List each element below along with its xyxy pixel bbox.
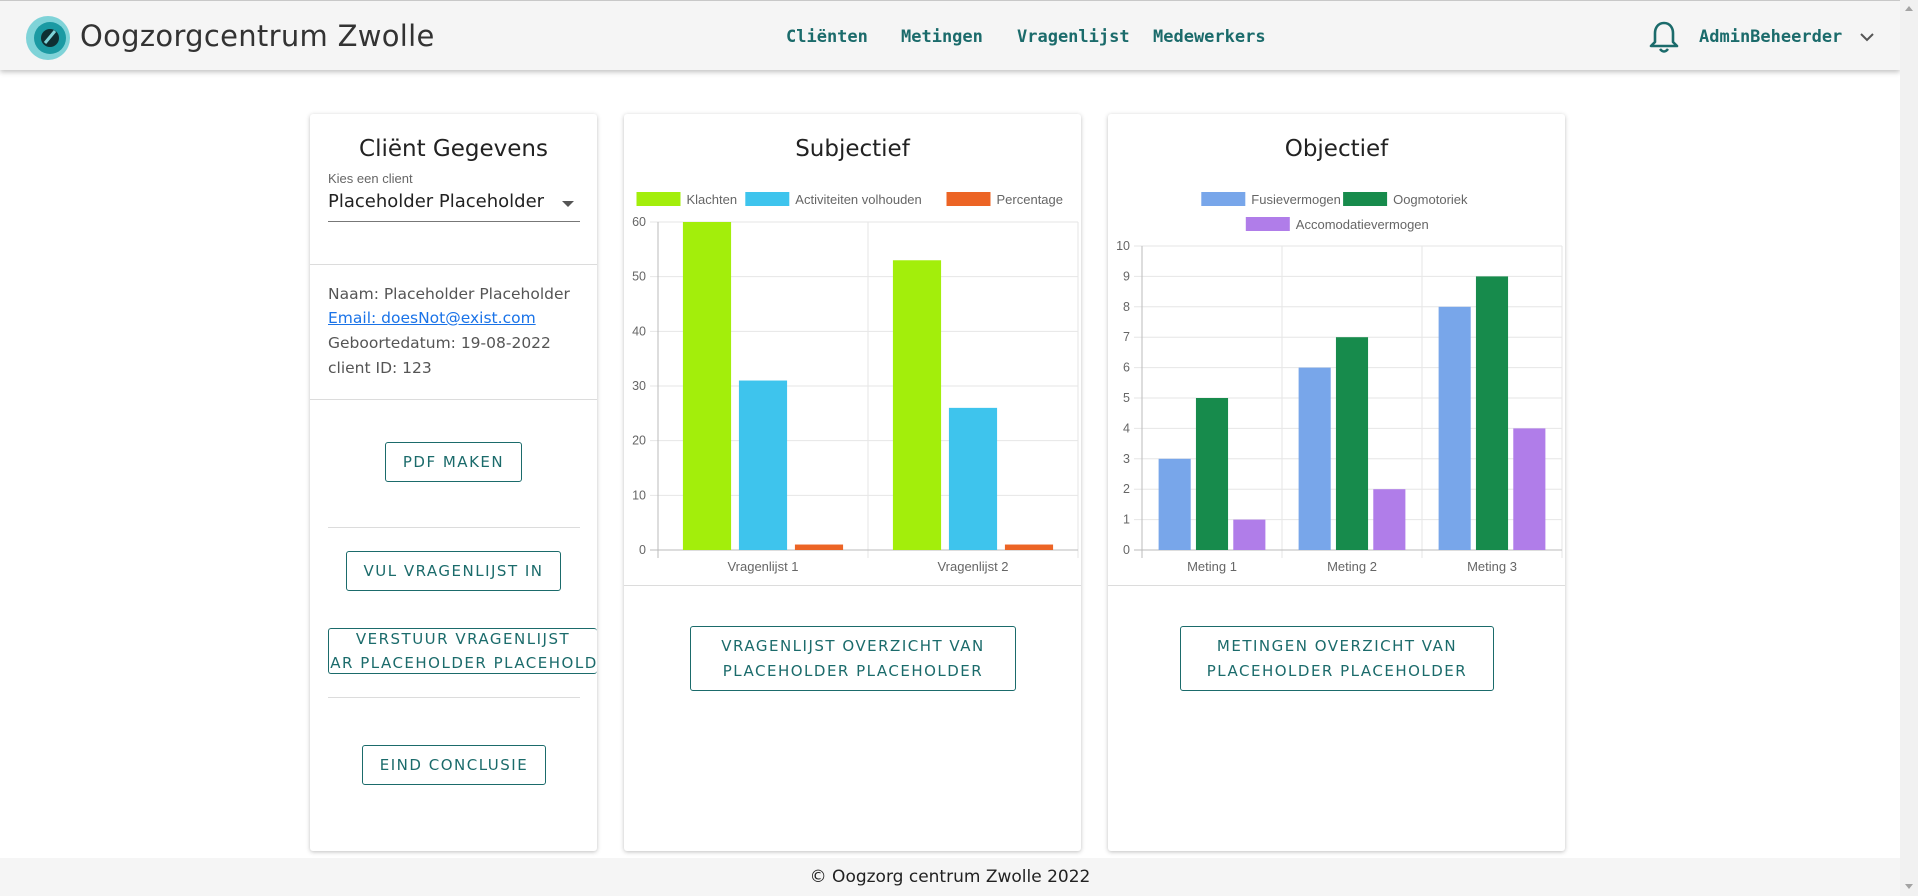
dropdown-arrow-icon[interactable] xyxy=(562,201,574,207)
y-tick-label: 60 xyxy=(632,215,646,229)
y-tick-label: 9 xyxy=(1123,269,1130,283)
client-email[interactable]: Email: doesNot@exist.com xyxy=(328,309,536,327)
bar-0-0 xyxy=(682,222,732,550)
eye-logo-icon xyxy=(26,16,70,60)
brand-title[interactable]: Oogzorgcentrum Zwolle xyxy=(80,19,435,53)
send-button-line1: VERSTUUR VRAGENLIJST xyxy=(355,630,571,648)
y-tick-label: 6 xyxy=(1123,361,1130,375)
y-tick-label: 40 xyxy=(632,324,646,338)
legend-swatch-0 xyxy=(636,192,681,206)
client-select[interactable]: Placeholder Placeholder xyxy=(328,191,544,212)
legend-label-1: Activiteiten volhouden xyxy=(795,192,921,207)
client-card: Cliënt Gegevens Kies een client Placehol… xyxy=(310,114,597,851)
chevron-down-icon[interactable] xyxy=(1859,31,1875,43)
nav-metingen[interactable]: Metingen xyxy=(901,27,983,47)
y-tick-label: 5 xyxy=(1123,391,1130,405)
objective-title: Objectief xyxy=(1284,136,1389,162)
bell-icon[interactable] xyxy=(1648,20,1680,54)
x-tick-label: Meting 3 xyxy=(1467,559,1517,574)
client-name: Naam: Placeholder Placeholder xyxy=(328,285,570,303)
y-tick-label: 50 xyxy=(632,270,646,284)
nav-vragenlijst[interactable]: Vragenlijst xyxy=(1017,27,1130,47)
questionnaire-overview-line1: VRAGENLIJST OVERZICHT VAN xyxy=(721,636,985,655)
divider xyxy=(310,399,597,400)
x-tick-label: Vragenlijst 2 xyxy=(937,559,1008,574)
y-tick-label: 2 xyxy=(1123,482,1130,496)
legend-label-0: Klachten xyxy=(687,192,738,207)
objective-card: Objectief Fusievermogen Oogmotoriek Accomo… xyxy=(1108,114,1565,851)
questionnaire-overview-button[interactable]: VRAGENLIJST OVERZICHT VAN PLACEHOLDER PL… xyxy=(690,626,1016,691)
legend-swatch-1 xyxy=(745,192,790,206)
divider xyxy=(624,585,1081,586)
legend-swatch-2 xyxy=(1245,217,1290,231)
legend-swatch-0 xyxy=(1201,192,1246,206)
end-conclusion-button[interactable]: EIND CONCLUSIE xyxy=(362,745,546,785)
y-tick-label: 10 xyxy=(1116,239,1130,253)
top-navbar: Oogzorgcentrum Zwolle Cliënten Metingen … xyxy=(0,0,1900,70)
measurements-overview-line1: METINGEN OVERZICHT VAN xyxy=(1216,636,1458,655)
bar-2-0 xyxy=(794,544,844,550)
send-button-line2: NAAR PLACEHOLDER PLACEHOLDER xyxy=(329,654,597,672)
x-tick-label: Meting 1 xyxy=(1187,559,1237,574)
client-birthdate: Geboortedatum: 19-08-2022 xyxy=(328,334,551,352)
nav-medewerkers[interactable]: Medewerkers xyxy=(1153,27,1266,47)
y-tick-label: 30 xyxy=(632,379,646,393)
user-menu[interactable]: AdminBeheerder xyxy=(1699,27,1842,47)
measurements-overview-button[interactable]: METINGEN OVERZICHT VAN PLACEHOLDER PLACE… xyxy=(1180,626,1494,691)
y-tick-label: 10 xyxy=(632,488,646,502)
measurements-overview-line2: PLACEHOLDER PLACEHOLDER xyxy=(1206,661,1468,680)
bar-1-0 xyxy=(738,380,788,550)
scroll-down-arrow-icon[interactable] xyxy=(1905,884,1913,889)
footer-text: © Oogzorg centrum Zwolle 2022 xyxy=(809,867,1091,887)
legend-swatch-1 xyxy=(1343,192,1388,206)
page-scrollbar[interactable] xyxy=(1900,0,1918,896)
subjective-card: Subjectief Klachten Activiteiten volhoude… xyxy=(624,114,1081,851)
subjective-chart: Klachten Activiteiten volhouden Percentage… xyxy=(632,192,1079,574)
send-questionnaire-button[interactable]: VERSTUUR VRAGENLIJST NAAR PLACEHOLDER PL… xyxy=(328,628,597,674)
divider xyxy=(1108,585,1565,586)
bar-1-1 xyxy=(948,407,998,550)
divider xyxy=(310,264,597,265)
pdf-button[interactable]: PDF MAKEN xyxy=(385,442,522,482)
subjective-title: Subjectief xyxy=(795,136,910,162)
objective-chart: Fusievermogen Oogmotoriek Accomodatievermo… xyxy=(1116,192,1563,574)
bar-1-1 xyxy=(1335,337,1369,550)
y-tick-label: 20 xyxy=(632,434,646,448)
client-id: client ID: 123 xyxy=(328,359,432,377)
divider xyxy=(328,527,580,528)
divider xyxy=(328,697,580,698)
y-tick-label: 8 xyxy=(1123,300,1130,314)
legend-label-2: Accomodatievermogen xyxy=(1296,217,1429,232)
nav-clienten[interactable]: Cliënten xyxy=(786,27,868,47)
bar-0-0 xyxy=(1158,458,1191,550)
bar-2-1 xyxy=(1373,489,1406,550)
legend-label-0: Fusievermogen xyxy=(1251,192,1341,207)
questionnaire-overview-line2: PLACEHOLDER PLACEHOLDER xyxy=(722,661,984,680)
bar-0-1 xyxy=(1298,367,1331,550)
y-tick-label: 1 xyxy=(1123,513,1130,527)
y-tick-label: 7 xyxy=(1123,330,1130,344)
bar-2-0 xyxy=(1233,519,1266,550)
y-tick-label: 0 xyxy=(639,543,646,557)
scroll-up-arrow-icon[interactable] xyxy=(1905,6,1913,11)
select-underline xyxy=(328,221,580,222)
bar-1-2 xyxy=(1475,276,1509,550)
select-label: Kies een client xyxy=(328,171,413,186)
y-tick-label: 3 xyxy=(1123,452,1130,466)
fill-questionnaire-button[interactable]: VUL VRAGENLIJST IN xyxy=(346,551,561,591)
x-tick-label: Vragenlijst 1 xyxy=(727,559,798,574)
legend-label-1: Oogmotoriek xyxy=(1393,192,1468,207)
bar-0-1 xyxy=(892,260,942,550)
y-tick-label: 0 xyxy=(1123,543,1130,557)
y-tick-label: 4 xyxy=(1123,421,1130,435)
bar-1-0 xyxy=(1195,398,1229,550)
legend-label-2: Percentage xyxy=(997,192,1064,207)
x-tick-label: Meting 2 xyxy=(1327,559,1377,574)
bar-2-1 xyxy=(1004,544,1054,550)
client-card-title: Cliënt Gegevens xyxy=(359,136,548,162)
legend-swatch-2 xyxy=(946,192,991,206)
client-email-link[interactable]: Email: doesNot@exist.com xyxy=(328,309,536,327)
bar-2-2 xyxy=(1513,428,1546,550)
bar-0-2 xyxy=(1438,306,1471,550)
